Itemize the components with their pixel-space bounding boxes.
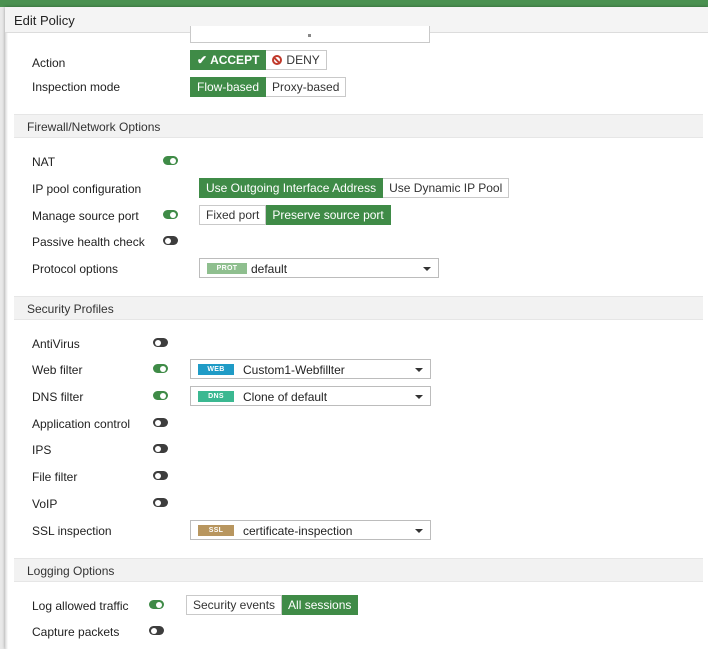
- passive-health-check-label: Passive health check: [32, 235, 145, 249]
- logging-section-header: Logging Options: [14, 558, 703, 582]
- top-accent-bar: [0, 0, 708, 7]
- log-mode-selector: Security events All sessions: [186, 595, 359, 615]
- voip-toggle[interactable]: [153, 498, 168, 507]
- manage-source-port-toggle[interactable]: [163, 210, 178, 219]
- inspection-mode-selector: Flow-based Proxy-based: [190, 77, 347, 97]
- web-filter-label: Web filter: [32, 363, 83, 377]
- dns-filter-value: Clone of default: [243, 390, 328, 404]
- file-filter-toggle[interactable]: [153, 471, 168, 480]
- ips-toggle[interactable]: [153, 444, 168, 453]
- toggle-knob: [155, 339, 161, 346]
- dns-filter-toggle[interactable]: [153, 391, 168, 400]
- source-port-selector: Fixed port Preserve source port: [199, 205, 391, 225]
- antivirus-toggle[interactable]: [153, 338, 168, 347]
- protocol-options-label: Protocol options: [32, 262, 119, 276]
- nat-label: NAT: [32, 155, 56, 169]
- toggle-knob: [160, 392, 166, 399]
- ssl-inspection-select[interactable]: SSL certificate-inspection: [190, 520, 431, 540]
- toggle-knob: [170, 211, 176, 218]
- toggle-knob: [155, 472, 161, 479]
- dns-filter-label: DNS filter: [32, 390, 84, 404]
- nat-toggle[interactable]: [163, 156, 178, 165]
- checkmark-icon: ✔: [197, 53, 208, 67]
- ip-pool-label: IP pool configuration: [32, 182, 142, 196]
- capture-packets-label: Capture packets: [32, 625, 120, 639]
- protocol-options-select[interactable]: PROT default: [199, 258, 439, 278]
- dns-filter-select[interactable]: DNS Clone of default: [190, 386, 431, 406]
- web-filter-toggle[interactable]: [153, 364, 168, 373]
- toggle-knob: [155, 445, 161, 452]
- firewall-section-header: Firewall/Network Options: [14, 114, 703, 138]
- passive-health-check-toggle[interactable]: [163, 236, 178, 245]
- antivirus-label: AntiVirus: [32, 337, 80, 351]
- logging-section-title: Logging Options: [27, 564, 115, 578]
- application-control-label: Application control: [32, 417, 131, 431]
- security-section-header: Security Profiles: [14, 296, 703, 320]
- toggle-knob: [155, 499, 161, 506]
- edit-policy-dialog: Edit Policy Action ✔ ACCEPT DENY Inspecti…: [5, 7, 708, 649]
- previous-field-bottom: [190, 26, 430, 43]
- toggle-knob: [160, 365, 166, 372]
- all-sessions-button[interactable]: All sessions: [282, 595, 359, 615]
- file-filter-label: File filter: [32, 470, 78, 484]
- manage-source-port-label: Manage source port: [32, 209, 139, 223]
- toggle-knob: [156, 601, 162, 608]
- voip-label: VoIP: [32, 497, 58, 511]
- proxy-based-button[interactable]: Proxy-based: [266, 77, 347, 97]
- ip-pool-selector: Use Outgoing Interface Address Use Dynam…: [199, 178, 510, 198]
- flow-based-button[interactable]: Flow-based: [190, 77, 267, 97]
- ips-label: IPS: [32, 443, 52, 457]
- deny-icon: [272, 55, 283, 65]
- application-control-toggle[interactable]: [153, 418, 168, 427]
- ssl-inspection-label: SSL inspection: [32, 524, 112, 538]
- firewall-section-title: Firewall/Network Options: [27, 120, 161, 134]
- ssl-inspection-value: certificate-inspection: [243, 524, 353, 538]
- log-allowed-traffic-label: Log allowed traffic: [32, 599, 129, 613]
- inspection-mode-label: Inspection mode: [32, 80, 121, 94]
- log-allowed-traffic-toggle[interactable]: [149, 600, 164, 609]
- toggle-knob: [155, 419, 161, 426]
- security-events-button[interactable]: Security events: [186, 595, 283, 615]
- field-marker: [308, 34, 311, 37]
- deny-button[interactable]: DENY: [266, 50, 327, 70]
- toggle-knob: [165, 237, 171, 244]
- dynamic-ip-pool-button[interactable]: Use Dynamic IP Pool: [383, 178, 510, 198]
- dns-tag: DNS: [198, 391, 234, 402]
- security-section-title: Security Profiles: [27, 302, 114, 316]
- accept-button[interactable]: ✔ ACCEPT: [190, 50, 267, 70]
- preserve-source-port-button[interactable]: Preserve source port: [266, 205, 391, 225]
- web-filter-select[interactable]: WEB Custom1-Webfillter: [190, 359, 431, 379]
- chevron-down-icon: [415, 368, 423, 372]
- protocol-options-value: default: [251, 262, 288, 276]
- toggle-knob: [170, 157, 176, 164]
- protocol-tag: PROT: [207, 263, 247, 274]
- chevron-down-icon: [423, 267, 431, 271]
- panel-edge: [5, 33, 8, 649]
- accept-label: ACCEPT: [210, 53, 260, 67]
- capture-packets-toggle[interactable]: [149, 626, 164, 635]
- chevron-down-icon: [415, 395, 423, 399]
- web-tag: WEB: [198, 364, 234, 375]
- action-selector: ✔ ACCEPT DENY: [190, 50, 327, 70]
- deny-label: DENY: [286, 53, 320, 67]
- web-filter-value: Custom1-Webfillter: [243, 363, 345, 377]
- ssl-tag: SSL: [198, 525, 234, 536]
- chevron-down-icon: [415, 529, 423, 533]
- outgoing-interface-button[interactable]: Use Outgoing Interface Address: [199, 178, 384, 198]
- toggle-knob: [151, 627, 157, 634]
- dialog-title: Edit Policy: [14, 13, 75, 28]
- action-label: Action: [32, 56, 66, 70]
- fixed-port-button[interactable]: Fixed port: [199, 205, 267, 225]
